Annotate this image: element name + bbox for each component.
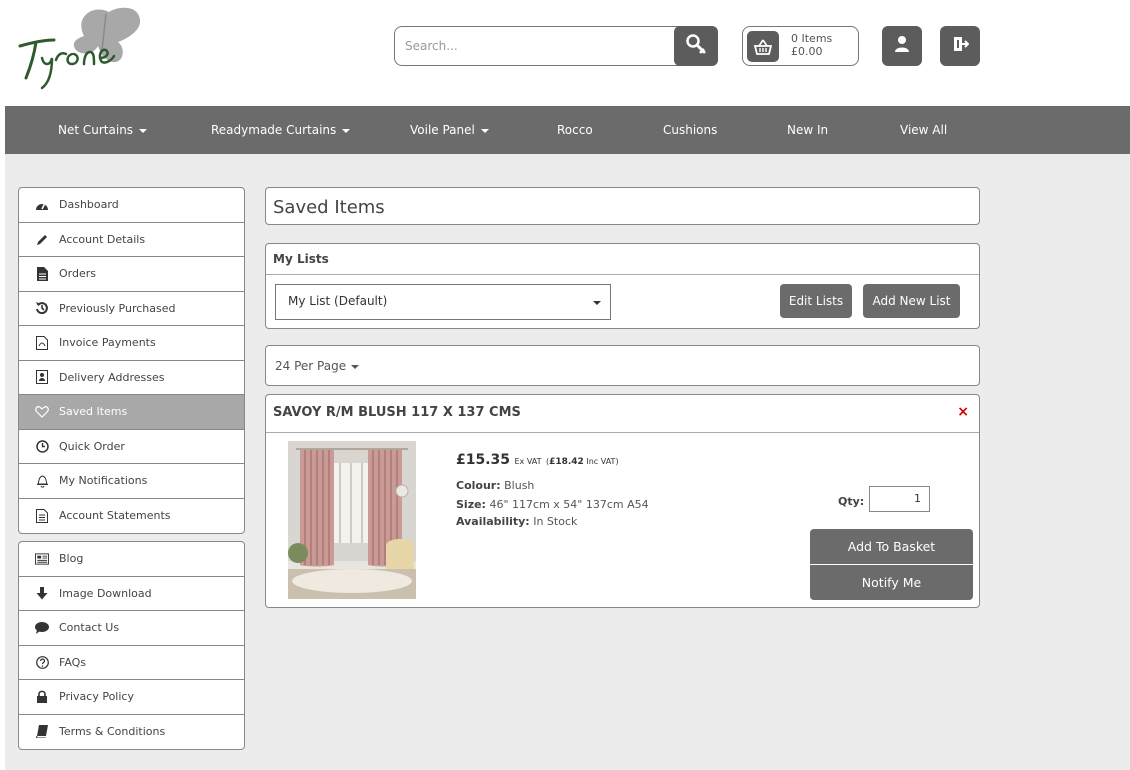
caret-down-icon [139, 128, 148, 133]
my-lists-heading: My Lists [266, 244, 979, 275]
info-menu: Blog Image Download Contact Us FAQs Priv… [18, 541, 245, 750]
sign-out-icon [951, 35, 970, 57]
nav-readymade-curtains[interactable]: Readymade Curtains [211, 106, 351, 154]
sidebar-item-contact-us[interactable]: Contact Us [19, 611, 244, 646]
lock-icon [35, 690, 49, 704]
sidebar-item-orders[interactable]: Orders [19, 257, 244, 292]
chat-icon [35, 621, 49, 635]
qty-label: Qty: [838, 495, 865, 508]
remove-item-icon[interactable]: × [957, 404, 969, 420]
nav-voile-panel[interactable]: Voile Panel [410, 106, 489, 154]
tyrone-logo[interactable] [14, 6, 164, 92]
sidebar-item-privacy-policy[interactable]: Privacy Policy [19, 680, 244, 715]
add-to-basket-button[interactable]: Add To Basket [810, 529, 973, 564]
sidebar-item-account-statements[interactable]: Account Statements [19, 499, 244, 534]
product-colour: Colour: Blush [456, 479, 535, 492]
product-price: £15.35 Ex VAT (£18.42 Inc VAT) [456, 452, 619, 468]
page-title: Saved Items [273, 197, 385, 218]
per-page-dropdown[interactable]: 24 Per Page [266, 346, 979, 386]
basket-summary[interactable]: 0 Items £0.00 [742, 26, 859, 66]
list-select-value: My List (Default) [288, 294, 388, 308]
nav-net-curtains[interactable]: Net Curtains [58, 106, 148, 154]
product-size: Size: 46" 117cm x 54" 137cm A54 [456, 498, 649, 511]
sidebar-item-blog[interactable]: Blog [19, 542, 244, 577]
search-input[interactable] [394, 26, 684, 66]
caret-down-icon [480, 128, 489, 133]
pagination-panel: 24 Per Page [265, 345, 980, 386]
sidebar-item-previously-purchased[interactable]: Previously Purchased [19, 292, 244, 326]
product-name[interactable]: SAVOY R/M BLUSH 117 X 137 CMS [273, 405, 521, 420]
sidebar-item-account-details[interactable]: Account Details [19, 223, 244, 257]
pencil-icon [35, 232, 49, 246]
account-area: Dashboard Account Details Orders Previou… [5, 154, 1130, 770]
ex-vat-label: Ex VAT [514, 457, 542, 466]
history-icon [35, 301, 49, 315]
bell-icon [35, 474, 49, 488]
clock-icon [35, 439, 49, 453]
logout-button[interactable] [940, 26, 980, 66]
nav-rocco[interactable]: Rocco [557, 106, 593, 154]
saved-item-card: SAVOY R/M BLUSH 117 X 137 CMS × £15.35 E… [265, 394, 980, 608]
document-icon [35, 266, 49, 281]
account-menu: Dashboard Account Details Orders Previou… [18, 187, 245, 534]
question-icon [35, 655, 49, 669]
sidebar-item-quick-order[interactable]: Quick Order [19, 430, 244, 464]
dashboard-icon [35, 198, 49, 212]
search-button[interactable] [674, 26, 718, 66]
sidebar-item-invoice-payments[interactable]: Invoice Payments [19, 326, 244, 361]
arrow-down-icon [35, 586, 49, 600]
sidebar-item-saved-items[interactable]: Saved Items [19, 395, 244, 430]
notify-me-button[interactable]: Notify Me [810, 565, 973, 600]
nav-new-in[interactable]: New In [787, 106, 828, 154]
account-button[interactable] [882, 26, 922, 66]
price-inc-vat: £18.42 [549, 457, 584, 467]
heart-icon [35, 405, 49, 419]
basket-icon [747, 31, 779, 62]
user-icon [893, 35, 911, 57]
inc-vat-group: (£18.42 Inc VAT) [545, 457, 619, 467]
sidebar-item-my-notifications[interactable]: My Notifications [19, 464, 244, 499]
newspaper-icon [35, 552, 49, 566]
my-lists-panel: My Lists My List (Default) Edit Lists Ad… [265, 243, 980, 329]
product-image[interactable] [288, 441, 416, 599]
search-icon [685, 33, 707, 59]
price-ex-vat: £15.35 [456, 452, 511, 468]
product-header: SAVOY R/M BLUSH 117 X 137 CMS × [266, 395, 979, 433]
basket-text: 0 Items £0.00 [791, 32, 832, 58]
search-bar [394, 26, 718, 66]
file-text-icon [35, 508, 49, 523]
nav-cushions[interactable]: Cushions [663, 106, 717, 154]
caret-down-icon [342, 128, 351, 133]
sidebar-item-dashboard[interactable]: Dashboard [19, 188, 244, 223]
sidebar-item-faqs[interactable]: FAQs [19, 646, 244, 680]
basket-total: £0.00 [791, 45, 823, 58]
sidebar-item-terms-conditions[interactable]: Terms & Conditions [19, 715, 244, 750]
main-nav: Net Curtains Readymade Curtains Voile Pa… [5, 106, 1130, 154]
sidebar-item-image-download[interactable]: Image Download [19, 577, 244, 611]
add-new-list-button[interactable]: Add New List [863, 284, 960, 318]
basket-item-count: 0 Items [791, 32, 833, 45]
address-book-icon [35, 370, 49, 385]
pdf-icon [35, 335, 49, 350]
sidebar-item-delivery-addresses[interactable]: Delivery Addresses [19, 361, 244, 395]
nav-view-all[interactable]: View All [900, 106, 947, 154]
product-availability: Availability: In Stock [456, 515, 578, 528]
edit-lists-button[interactable]: Edit Lists [780, 284, 852, 318]
caret-down-icon [593, 301, 601, 305]
list-select[interactable]: My List (Default) [275, 284, 611, 320]
qty-input[interactable]: 1 [869, 486, 930, 512]
site-header: 0 Items £0.00 [0, 0, 1130, 106]
inc-vat-label: Inc VAT [586, 457, 616, 466]
page-title-panel: Saved Items [265, 187, 980, 225]
book-icon [35, 725, 49, 739]
caret-down-icon [351, 364, 360, 369]
